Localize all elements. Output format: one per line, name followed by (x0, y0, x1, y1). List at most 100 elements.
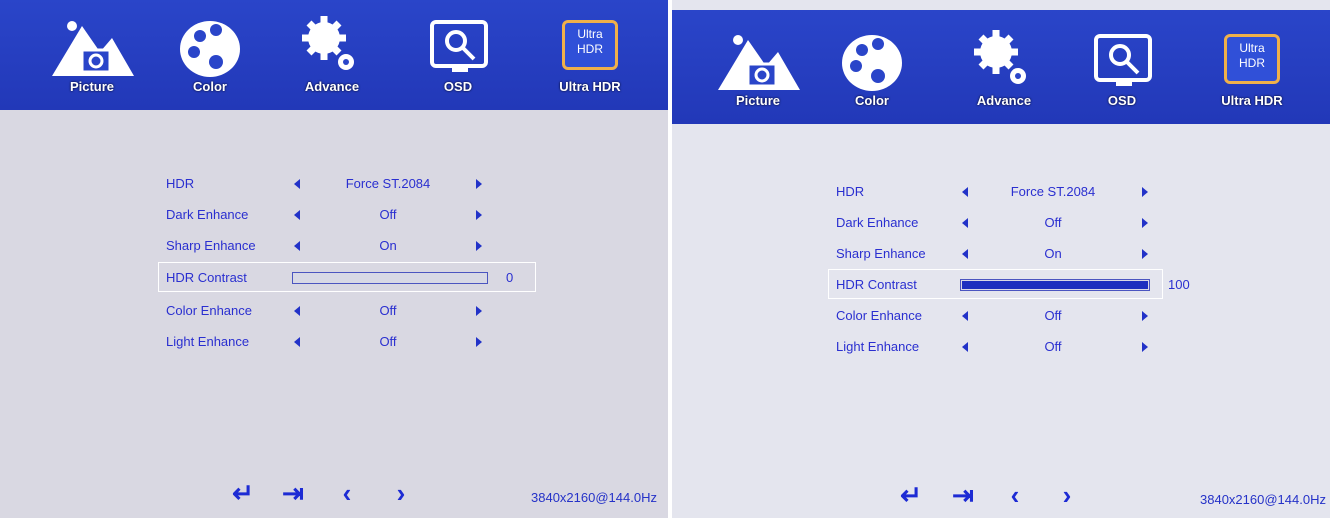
osd-panel-right: Picture Color Advance OSD Ultra HDR Ultr… (672, 0, 1330, 518)
menu-row-light-enhance[interactable]: Light Enhance Off (166, 330, 546, 354)
gear-icon (974, 30, 1026, 84)
setting-label: HDR Contrast (836, 277, 917, 292)
tab-ultra-hdr[interactable]: Ultra HDR Ultra HDR (1202, 22, 1302, 122)
menu-row-hdr[interactable]: HDR Force ST.2084 (166, 172, 546, 196)
ultra-hdr-icon: Ultra HDR (1224, 34, 1280, 84)
setting-label: HDR (836, 184, 865, 199)
right-arrow-icon[interactable] (476, 337, 482, 347)
setting-value: Off (379, 303, 397, 318)
tab-advance[interactable]: Advance (954, 22, 1054, 122)
menu-row-color-enhance[interactable]: Color Enhance Off (836, 304, 1216, 328)
tab-label: Picture (69, 79, 115, 94)
tab-advance[interactable]: Advance (282, 8, 382, 108)
setting-value: Off (1044, 339, 1062, 354)
hdr-contrast-slider[interactable] (960, 279, 1150, 291)
menu-row-hdr[interactable]: HDR Force ST.2084 (836, 180, 1216, 204)
tab-ultra-hdr[interactable]: Ultra HDR Ultra HDR (540, 8, 640, 108)
hdr-contrast-slider[interactable] (292, 272, 488, 284)
right-arrow-icon[interactable] (1142, 218, 1148, 228)
exit-icon[interactable]: ⇥ (948, 480, 978, 510)
setting-value: Force ST.2084 (1010, 184, 1096, 199)
picture-icon (52, 21, 134, 76)
left-arrow-icon[interactable]: ‹ (1000, 480, 1030, 510)
tab-label: Advance (304, 79, 360, 94)
enter-icon[interactable]: ↵ (896, 480, 926, 510)
right-arrow-icon[interactable]: › (1052, 480, 1082, 510)
left-arrow-icon[interactable] (294, 306, 300, 316)
right-arrow-icon[interactable] (1142, 342, 1148, 352)
right-arrow-icon[interactable] (1142, 249, 1148, 259)
setting-value: Off (1044, 215, 1062, 230)
setting-label: Color Enhance (836, 308, 922, 323)
menu-row-dark-enhance[interactable]: Dark Enhance Off (166, 203, 546, 227)
menu-row-hdr-contrast[interactable]: HDR Contrast 0 (158, 262, 546, 292)
setting-value: Force ST.2084 (345, 176, 431, 191)
tab-osd[interactable]: OSD (1072, 22, 1172, 122)
right-arrow-icon[interactable] (476, 210, 482, 220)
tab-label: Picture (735, 93, 781, 108)
menu-row-dark-enhance[interactable]: Dark Enhance Off (836, 211, 1216, 235)
setting-label: HDR (166, 176, 195, 191)
tab-color[interactable]: Color (160, 8, 260, 108)
setting-value: Off (379, 207, 397, 222)
monitor-search-icon (430, 20, 488, 72)
exit-icon[interactable]: ⇥ (278, 478, 308, 508)
left-arrow-icon[interactable] (294, 337, 300, 347)
setting-label: Sharp Enhance (836, 246, 926, 261)
enter-icon[interactable]: ↵ (228, 478, 258, 508)
right-arrow-icon[interactable] (1142, 187, 1148, 197)
menu-row-sharp-enhance[interactable]: Sharp Enhance On (836, 242, 1216, 266)
right-arrow-icon[interactable] (476, 241, 482, 251)
tab-label: Color (855, 93, 889, 108)
menu-row-light-enhance[interactable]: Light Enhance Off (836, 335, 1216, 359)
setting-label: Dark Enhance (166, 207, 249, 222)
setting-value: On (379, 238, 397, 253)
left-arrow-icon[interactable] (962, 249, 968, 259)
color-palette-icon (180, 21, 240, 77)
picture-icon (718, 35, 800, 90)
left-arrow-icon[interactable] (962, 187, 968, 197)
tab-osd[interactable]: OSD (408, 8, 508, 108)
left-arrow-icon[interactable] (962, 218, 968, 228)
monitor-search-icon (1094, 34, 1152, 86)
menu-row-sharp-enhance[interactable]: Sharp Enhance On (166, 234, 546, 258)
left-arrow-icon[interactable] (962, 311, 968, 321)
setting-label: Light Enhance (836, 339, 920, 354)
tab-label: Advance (976, 93, 1032, 108)
menu-row-hdr-contrast[interactable]: HDR Contrast 100 (828, 269, 1216, 299)
left-arrow-icon[interactable]: ‹ (332, 478, 362, 508)
setting-label: Light Enhance (166, 334, 250, 349)
tab-bar: Picture Color Advance OSD Ultra HDR Ultr… (672, 10, 1330, 124)
tab-picture[interactable]: Picture (708, 22, 808, 122)
right-arrow-icon[interactable] (1142, 311, 1148, 321)
tab-label: OSD (1107, 93, 1137, 108)
tab-color[interactable]: Color (822, 22, 922, 122)
left-arrow-icon[interactable] (294, 210, 300, 220)
right-arrow-icon[interactable] (476, 306, 482, 316)
tab-bar: Picture Color Advance OSD Ultra HDR Ultr… (0, 0, 668, 110)
resolution-readout: 3840x2160@144.0Hz (1200, 492, 1326, 507)
tab-picture[interactable]: Picture (42, 8, 142, 108)
gear-icon (302, 16, 354, 70)
tab-label: Color (193, 79, 227, 94)
setting-label: Dark Enhance (836, 215, 919, 230)
slider-value: 100 (1168, 277, 1190, 292)
left-arrow-icon[interactable] (294, 179, 300, 189)
setting-label: Color Enhance (166, 303, 252, 318)
tab-label: Ultra HDR (559, 79, 621, 94)
left-arrow-icon[interactable] (962, 342, 968, 352)
setting-value: Off (379, 334, 397, 349)
resolution-readout: 3840x2160@144.0Hz (531, 490, 657, 505)
setting-value: On (1044, 246, 1062, 261)
ultra-hdr-icon: Ultra HDR (562, 20, 618, 70)
setting-label: HDR Contrast (166, 270, 247, 285)
tab-label: OSD (443, 79, 473, 94)
color-palette-icon (842, 35, 902, 91)
setting-value: Off (1044, 308, 1062, 323)
right-arrow-icon[interactable]: › (386, 478, 416, 508)
left-arrow-icon[interactable] (294, 241, 300, 251)
tab-label: Ultra HDR (1221, 93, 1283, 108)
osd-panel-left: Picture Color Advance OSD Ultra HDR Ultr… (0, 0, 668, 518)
right-arrow-icon[interactable] (476, 179, 482, 189)
menu-row-color-enhance[interactable]: Color Enhance Off (166, 299, 546, 323)
